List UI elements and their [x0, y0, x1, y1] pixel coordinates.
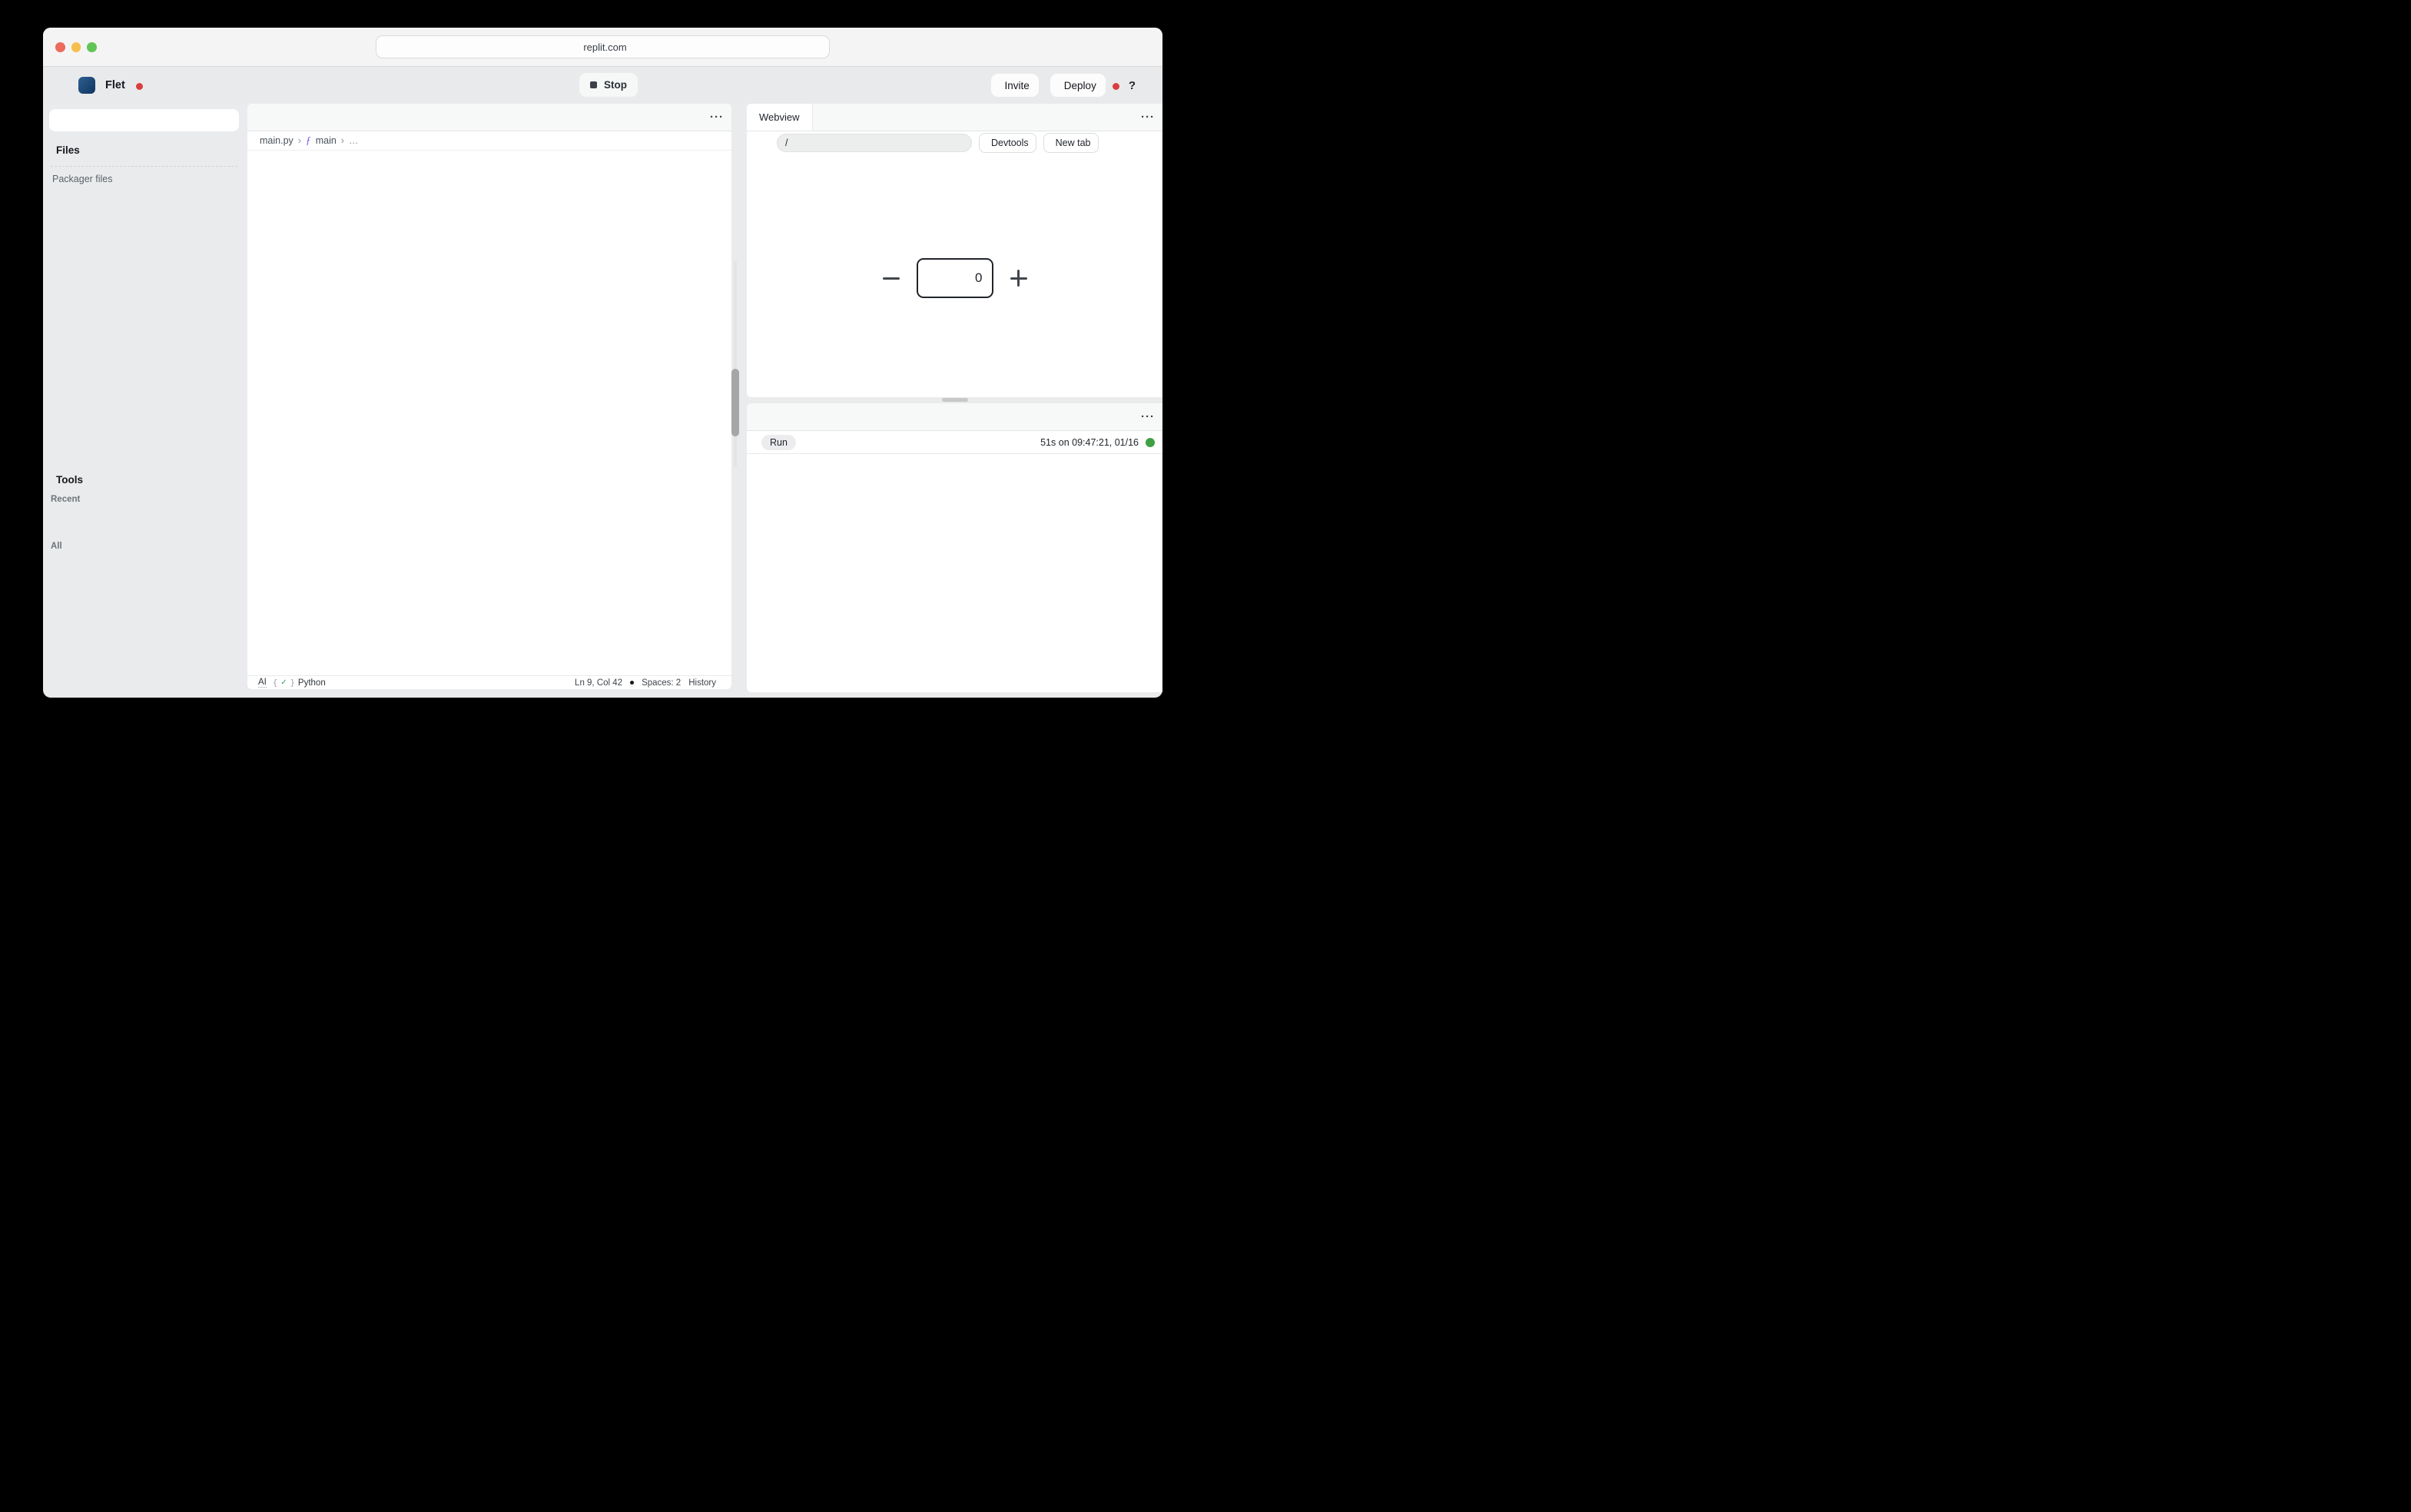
editor-new-tab-button[interactable]	[247, 104, 272, 131]
panel-resize-handle[interactable]	[942, 398, 968, 402]
replit-header: Flet Stop Invite Deploy	[43, 67, 1162, 104]
webview-tabbar-more-button[interactable]: ···	[1141, 104, 1155, 131]
language-label: Python	[298, 678, 326, 688]
deploy-label: Deploy	[1064, 80, 1096, 91]
webview-new-tab-button[interactable]	[813, 104, 837, 131]
tools-section-title: Tools	[56, 474, 83, 486]
webview-url-text: /	[785, 138, 788, 148]
breadcrumb-file[interactable]: main.py	[260, 135, 293, 146]
console-tabbar: ···	[747, 403, 1162, 431]
stop-label: Stop	[604, 79, 627, 91]
project-name: Flet	[105, 79, 125, 91]
editor-scrollbar-thumb[interactable]	[731, 369, 739, 436]
tools-section: Tools Recent All	[43, 471, 245, 698]
editor-tabbar: ···	[247, 104, 731, 131]
breadcrumb-more[interactable]: …	[349, 135, 359, 146]
run-timestamp: 51s on 09:47:21, 01/16	[1040, 437, 1139, 448]
stop-button[interactable]: Stop	[579, 73, 638, 97]
close-window-button[interactable]	[55, 42, 65, 52]
code-area[interactable]	[247, 151, 731, 675]
webview-panel: Webview ··· /	[747, 104, 1162, 397]
breadcrumb-symbol[interactable]: main	[316, 135, 337, 146]
notification-dot	[136, 83, 143, 90]
plus-button[interactable]	[1010, 270, 1027, 287]
webview-tabbar: Webview ···	[747, 104, 1162, 131]
minimize-window-button[interactable]	[71, 42, 81, 52]
invite-label: Invite	[1005, 80, 1030, 91]
files-section-title: Files	[56, 144, 80, 156]
editor-statusbar: AI {✓} Python Ln 9, Col 42 Spaces: 2 His…	[247, 675, 731, 689]
console-panel: ··· Run 51s on 09:47:21, 01/16	[747, 403, 1162, 692]
function-symbol-icon: ƒ	[306, 134, 311, 147]
breadcrumb: main.py › ƒ main › …	[247, 131, 731, 151]
lang-check-icon: ✓	[280, 678, 287, 687]
invite-button[interactable]: Invite	[991, 74, 1039, 97]
left-sidebar: Files Packager files Tools Recent All	[43, 104, 245, 698]
stop-icon	[590, 81, 597, 88]
zoom-window-button[interactable]	[87, 42, 97, 52]
cursor-position[interactable]: Ln 9, Col 42	[575, 678, 622, 688]
counter-value: 0	[975, 270, 982, 286]
minus-button[interactable]	[883, 277, 900, 280]
browser-chrome: replit.com	[43, 28, 1162, 67]
modified-dot-icon	[630, 681, 634, 685]
console-tabbar-more-button[interactable]: ···	[1141, 403, 1155, 430]
recent-label: Recent	[43, 495, 245, 504]
recent-tools-row	[49, 508, 239, 535]
devtools-button[interactable]: Devtools	[979, 133, 1036, 153]
console-run-row: Run 51s on 09:47:21, 01/16	[747, 431, 1162, 454]
run-command-pill[interactable]: Run	[761, 435, 796, 450]
language-indicator: {✓} Python	[273, 678, 326, 688]
run-status-dot	[1146, 438, 1155, 447]
deploy-button[interactable]: Deploy	[1050, 74, 1106, 97]
tab-webview[interactable]: Webview	[747, 104, 813, 131]
all-label: All	[43, 542, 245, 551]
console-new-tab-button[interactable]	[747, 403, 771, 430]
project-menu[interactable]: Flet	[105, 79, 130, 91]
webview-tab-label: Webview	[759, 111, 800, 123]
files-divider	[51, 166, 237, 167]
notification-dot	[1113, 83, 1119, 90]
address-bar[interactable]: replit.com	[376, 35, 830, 58]
counter-app: 0	[747, 258, 1162, 298]
right-column: Webview ··· /	[747, 104, 1162, 698]
indent-setting[interactable]: Spaces: 2	[642, 678, 681, 688]
editor-pane: ··· main.py › ƒ main › … AI {✓} Python	[247, 104, 731, 689]
webview-navbar: / Devtools New tab	[747, 131, 1162, 154]
statusbar-ai-button[interactable]: AI	[255, 678, 267, 688]
url-text: replit.com	[583, 41, 626, 53]
webview-url-input[interactable]: /	[777, 134, 972, 152]
counter-field[interactable]: 0	[917, 258, 993, 298]
window-controls	[55, 42, 97, 52]
packager-files-label: Packager files	[43, 174, 245, 184]
help-button[interactable]: ?	[1129, 79, 1136, 92]
editor-tabbar-more-button[interactable]: ···	[710, 104, 724, 131]
open-new-tab-button[interactable]: New tab	[1043, 133, 1099, 153]
history-button[interactable]: History	[688, 678, 716, 688]
project-language-logo	[78, 77, 95, 94]
search-input[interactable]	[49, 109, 239, 131]
browser-window: replit.com Flet	[43, 28, 1162, 698]
